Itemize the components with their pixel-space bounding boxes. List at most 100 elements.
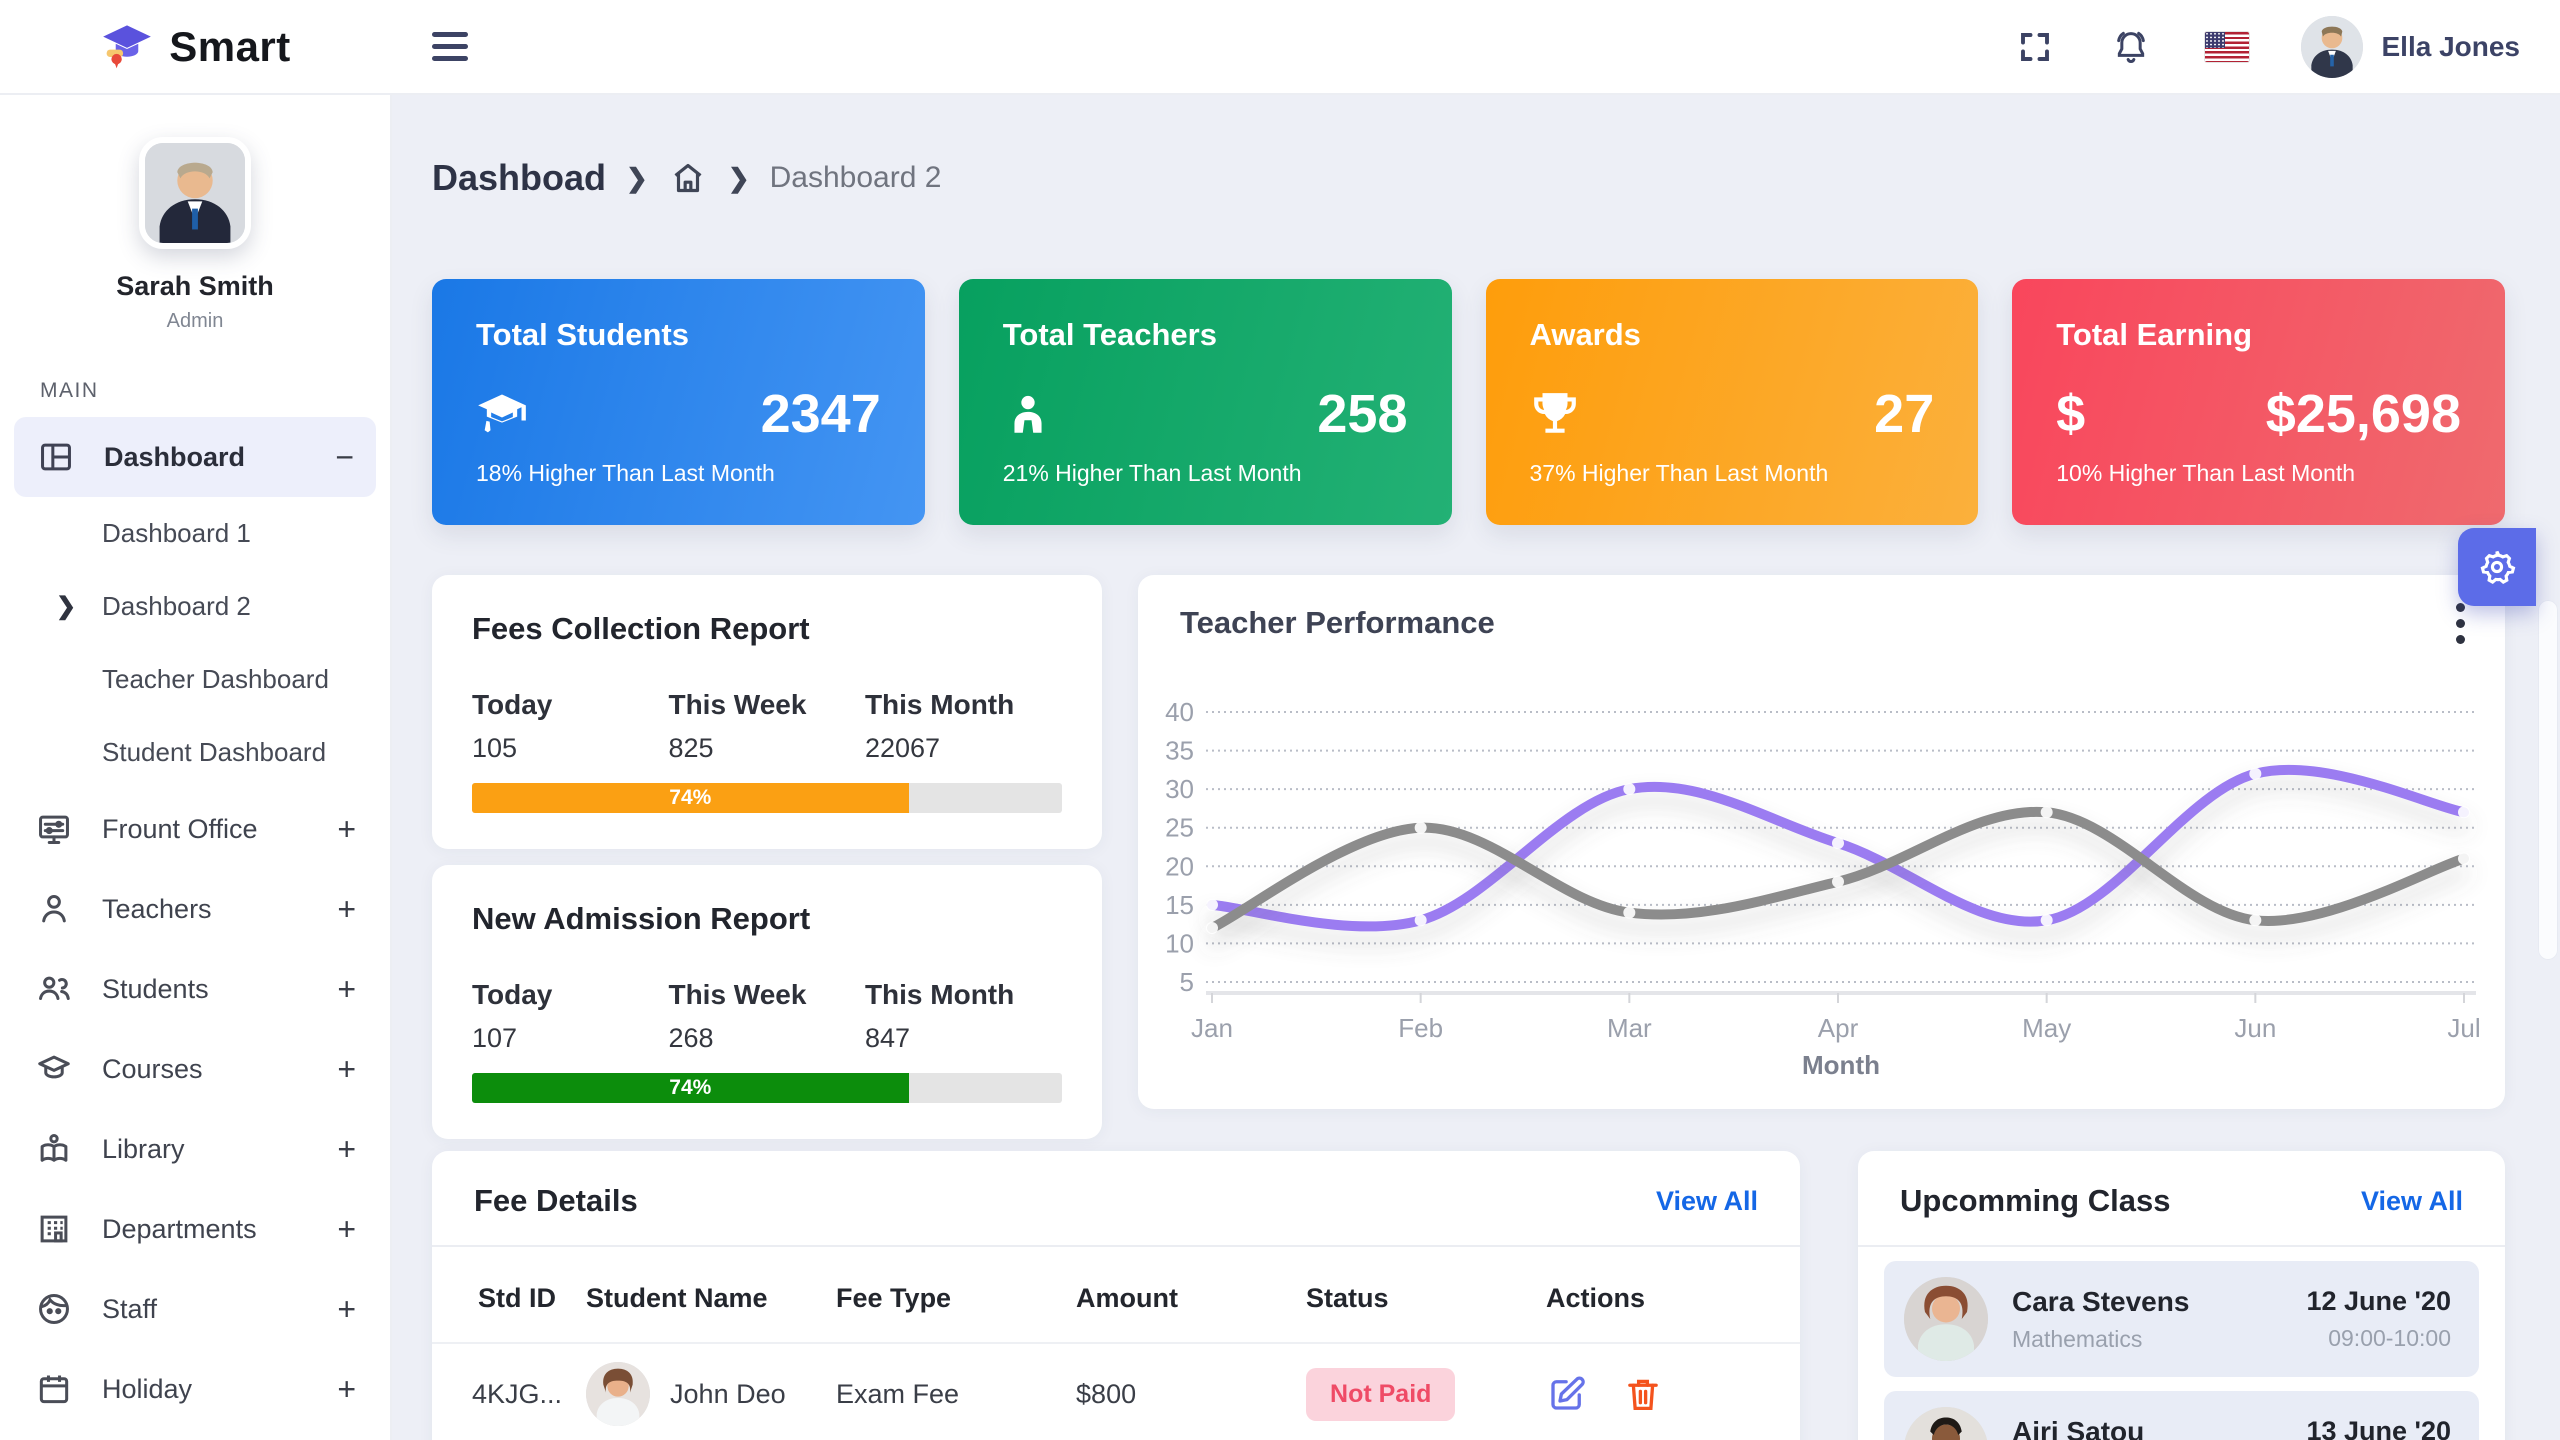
column-header: Std ID [432,1255,574,1343]
column-header: Fee Type [824,1255,1064,1343]
sidebar-item-label: Library [102,1134,185,1165]
chevron-right-icon: ❯ [626,163,648,194]
report-label: Today [472,689,668,721]
expand-plus-icon[interactable]: + [337,811,356,848]
sidebar-item-departments[interactable]: Departments + [0,1189,390,1269]
delete-trash-icon[interactable] [1622,1373,1664,1415]
stat-value: 27 [1874,383,1934,445]
reports-column: Fees Collection Report Today105 This Wee… [432,575,1102,1139]
expand-plus-icon[interactable]: + [337,1371,356,1408]
profile-role: Admin [167,310,224,333]
profile-avatar [139,137,251,249]
front-office-icon [34,809,74,849]
sidebar-item-dashboard-1[interactable]: Dashboard 1 [0,497,390,570]
dashboard-icon [36,437,76,477]
stat-value: $25,698 [2266,383,2461,445]
svg-text:35: 35 [1165,736,1194,766]
teacher-avatar [1904,1407,1988,1440]
sidebar-item-dashboard-2[interactable]: ❯ Dashboard 2 [0,570,390,643]
list-item[interactable]: Cara Stevens Mathematics 12 June '20 09:… [1884,1261,2479,1377]
stat-card-awards[interactable]: Awards 27 37% Higher Than Last Month [1486,279,1979,525]
graduation-cap-logo-icon [101,21,153,73]
list-item[interactable]: Airi Satou Computer Studies 13 June '20 … [1884,1391,2479,1440]
svg-text:25: 25 [1165,813,1194,843]
stat-card-total-students[interactable]: Total Students 2347 18% Higher Than Last… [432,279,925,525]
report-label: This Month [865,979,1061,1011]
svg-text:Month: Month [1802,1050,1880,1079]
teacher-name: Cara Stevens [2012,1286,2189,1318]
courses-cap-icon [34,1049,74,1089]
progress-fill: 74% [472,1073,909,1103]
notifications-bell-icon[interactable] [2109,25,2153,69]
table-row[interactable]: 4KJG... John Deo Exam Fee $800 Not Paid [432,1343,1800,1440]
more-options-kebab-icon[interactable] [2456,603,2465,644]
language-flag-icon[interactable] [2205,25,2249,69]
class-time: 09:00-10:00 [2306,1325,2451,1352]
sidebar-item-student-dashboard[interactable]: Student Dashboard [0,716,390,789]
upcoming-view-all-link[interactable]: View All [2361,1186,2463,1217]
expand-plus-icon[interactable]: + [337,891,356,928]
expand-plus-icon[interactable]: + [337,971,356,1008]
user-avatar [2301,16,2363,78]
brand[interactable]: Smart [0,21,392,73]
fee-table: Std ID Student Name Fee Type Amount Stat… [432,1255,1800,1440]
table-header-row: Std ID Student Name Fee Type Amount Stat… [432,1255,1800,1343]
report-label: Today [472,979,668,1011]
submenu-label: Dashboard 2 [102,591,251,622]
sidebar-item-label: Teachers [102,894,212,925]
column-header: Status [1294,1255,1534,1343]
sidebar-item-dashboard[interactable]: Dashboard − [14,417,376,497]
fee-type: Exam Fee [824,1343,1064,1440]
main-content: Dashboad ❯ ❯ Dashboard 2 Total Students … [394,97,2560,1440]
svg-text:10: 10 [1165,928,1194,958]
sidebar-item-teacher-dashboard[interactable]: Teacher Dashboard [0,643,390,716]
report-value: 107 [472,1023,668,1054]
page-scrollbar[interactable] [2538,600,2558,960]
sidebar-item-library[interactable]: Library + [0,1109,390,1189]
breadcrumb-root[interactable]: Dashboad [432,157,606,199]
sidebar-item-courses[interactable]: Courses + [0,1029,390,1109]
stat-note: 21% Higher Than Last Month [1003,460,1408,487]
menu-toggle-icon[interactable] [432,32,468,61]
card-title: New Admission Report [472,901,1062,937]
user-menu[interactable]: Ella Jones [2301,16,2520,78]
svg-text:30: 30 [1165,774,1194,804]
building-icon [34,1209,74,1249]
collapse-minus-icon[interactable]: − [335,439,354,476]
settings-fab[interactable] [2458,528,2536,606]
card-title: Fee Details [474,1183,638,1219]
progress-fill: 74% [472,783,909,813]
stat-card-total-earning[interactable]: Total Earning $ $25,698 10% Higher Than … [2012,279,2505,525]
home-icon[interactable] [668,158,708,198]
sidebar-item-students[interactable]: Students + [0,949,390,1029]
sidebar-item-frount-office[interactable]: Frount Office + [0,789,390,869]
sidebar-item-holiday[interactable]: Holiday + [0,1349,390,1429]
stat-note: 18% Higher Than Last Month [476,460,881,487]
breadcrumb: Dashboad ❯ ❯ Dashboard 2 [432,157,2505,199]
sidebar-item-label: Students [102,974,209,1005]
report-value: 268 [668,1023,864,1054]
fee-amount: $800 [1064,1343,1294,1440]
stat-note: 10% Higher Than Last Month [2056,460,2461,487]
fee-details-view-all-link[interactable]: View All [1656,1186,1758,1217]
expand-plus-icon[interactable]: + [337,1051,356,1088]
fullscreen-icon[interactable] [2013,25,2057,69]
expand-plus-icon[interactable]: + [337,1131,356,1168]
teacher-icon [1003,389,1053,439]
staff-face-icon [34,1289,74,1329]
svg-text:Jul: Jul [2447,1013,2480,1043]
svg-text:Jun: Jun [2234,1013,2276,1043]
edit-icon[interactable] [1546,1373,1588,1415]
report-value: 105 [472,733,668,764]
stat-value: 2347 [761,383,881,445]
expand-plus-icon[interactable]: + [337,1211,356,1248]
sidebar-item-staff[interactable]: Staff + [0,1269,390,1349]
column-header: Actions [1534,1255,1800,1343]
sidebar-item-teachers[interactable]: Teachers + [0,869,390,949]
sidebar-item-label: Holiday [102,1374,192,1405]
expand-plus-icon[interactable]: + [337,1291,356,1328]
graduation-cap-icon [476,388,528,440]
stat-card-total-teachers[interactable]: Total Teachers 258 21% Higher Than Last … [959,279,1452,525]
card-title: Fees Collection Report [472,611,1062,647]
stat-title: Total Students [476,317,881,353]
